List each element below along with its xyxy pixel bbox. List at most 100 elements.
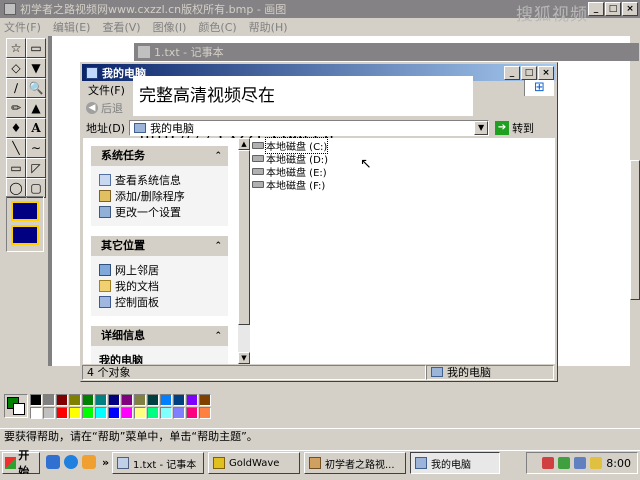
magnifier-icon[interactable]: 🔍 [26,78,46,98]
polygon-icon[interactable]: ◸ [26,158,46,178]
color-swatch[interactable] [30,407,42,419]
color-swatch[interactable] [134,407,146,419]
collapse-chevron-icon[interactable]: ⌃ [214,236,222,256]
color-swatch[interactable] [147,394,159,406]
color-swatch[interactable] [56,407,68,419]
color-swatch[interactable] [173,407,185,419]
taskbar-goldwave[interactable]: GoldWave [208,452,300,474]
color-swatch[interactable] [186,407,198,419]
color-swatch[interactable] [56,394,68,406]
scroll-down-icon[interactable]: ▼ [238,352,250,364]
promo-banner: 完整高清视频尽在http://77.cxzzL.com.cn. [133,76,473,146]
color-swatch[interactable] [108,394,120,406]
color-swatch[interactable] [173,394,185,406]
media-icon[interactable] [82,455,96,469]
color-swatch[interactable] [69,394,81,406]
color-swatch[interactable] [95,394,107,406]
task-view-system-info[interactable]: 查看系统信息 [99,172,220,188]
menu-help[interactable]: 帮助(H) [249,19,288,35]
menu-colors[interactable]: 颜色(C) [198,19,236,35]
taskbar-mycomputer[interactable]: 我的电脑 [410,452,500,474]
scroll-up-icon[interactable]: ▲ [238,138,250,150]
color-swatch[interactable] [147,407,159,419]
quick-launch-chevron[interactable]: » [102,456,109,469]
color-picker-icon[interactable]: ∕ [6,78,26,98]
tray-app-icon[interactable] [558,457,571,469]
rect-select-icon[interactable]: ▭ [26,38,46,58]
maximize-icon[interactable]: □ [605,2,621,16]
place-my-documents[interactable]: 我的文档 [99,278,220,294]
other-places-header[interactable]: 其它位置 ⌃ [91,236,228,256]
color-swatch[interactable] [186,394,198,406]
task-add-remove-programs[interactable]: 添加/删除程序 [99,188,220,204]
ellipse-icon[interactable]: ◯ [6,178,26,198]
go-button[interactable]: ➔ 转到 [495,120,534,136]
color-swatch[interactable] [160,407,172,419]
color-swatch[interactable] [121,394,133,406]
airbrush-icon[interactable]: ♦ [6,118,26,138]
menu-file[interactable]: 文件(F) [4,19,41,35]
menu-image[interactable]: 图像(I) [153,19,187,35]
color-swatch[interactable] [199,394,211,406]
minimize-icon[interactable]: _ [504,66,520,80]
tray-app-icon[interactable] [542,457,555,469]
color-swatch[interactable] [69,407,81,419]
chevron-down-icon[interactable]: ▼ [474,120,489,135]
notepad-icon [117,457,129,469]
paint-title-bar[interactable]: 初学者之路视频网www.cxzzl.cn版权所有.bmp - 画图 搜狐视频 _… [0,0,640,25]
close-icon[interactable]: × [538,66,554,80]
curve-icon[interactable]: ∼ [26,138,46,158]
color-swatch[interactable] [43,394,55,406]
notepad-title-text: 1.txt - 记事本 [154,46,224,59]
clock[interactable]: 8:00 [606,457,631,470]
collapse-chevron-icon[interactable]: ⌃ [214,326,222,346]
rounded-rect-icon[interactable]: ▢ [26,178,46,198]
minimize-icon[interactable]: _ [588,2,604,16]
start-button[interactable]: 开始 [2,449,40,478]
option-opaque-icon[interactable] [11,201,39,221]
place-control-panel[interactable]: 控制面板 [99,294,220,310]
details-header[interactable]: 详细信息 ⌃ [91,326,228,346]
collapse-chevron-icon[interactable]: ⌃ [214,146,222,166]
task-pane-scroll-thumb[interactable] [238,150,250,325]
paint-scroll-thumb[interactable] [630,160,640,300]
option-transparent-icon[interactable] [11,225,39,245]
tray-volume-icon[interactable] [590,457,603,469]
color-swatch[interactable] [43,407,55,419]
line-icon[interactable]: ╲ [6,138,26,158]
color-swatch[interactable] [121,407,133,419]
color-swatch[interactable] [134,394,146,406]
show-desktop-icon[interactable] [46,455,60,469]
color-swatch[interactable] [95,407,107,419]
color-swatch[interactable] [199,407,211,419]
menu-view[interactable]: 查看(V) [102,19,140,35]
text-tool-icon[interactable]: A [26,118,46,138]
taskbar-paint[interactable]: 初学者之路视... [304,452,406,474]
color-swatch[interactable] [82,394,94,406]
address-input[interactable]: 我的电脑 ▼ [129,119,490,136]
color-swatch[interactable] [160,394,172,406]
taskbar-notepad[interactable]: 1.txt - 记事本 [112,452,204,474]
notepad-title-bar[interactable]: 1.txt - 记事本 [134,43,639,61]
color-swatch[interactable] [30,394,42,406]
drive-f[interactable]: 本地磁盘 (F:) [252,178,325,192]
eraser-icon[interactable]: ◇ [6,58,26,78]
internet-explorer-icon[interactable] [64,455,78,469]
status-location-cell: 我的电脑 [426,364,554,380]
free-select-icon[interactable]: ☆ [6,38,26,58]
task-change-setting[interactable]: 更改一个设置 [99,204,220,220]
place-network[interactable]: 网上邻居 [99,262,220,278]
fill-icon[interactable]: ▼ [26,58,46,78]
pencil-icon[interactable]: ✏ [6,98,26,118]
back-button[interactable]: ◀ 后退 [86,100,123,116]
tray-network-icon[interactable] [574,457,587,469]
color-swatch[interactable] [82,407,94,419]
maximize-icon[interactable]: □ [521,66,537,80]
menu-edit[interactable]: 编辑(E) [53,19,91,35]
color-swatch[interactable] [108,407,120,419]
rectangle-icon[interactable]: ▭ [6,158,26,178]
brush-icon[interactable]: ▲ [26,98,46,118]
close-icon[interactable]: × [622,2,638,16]
system-tasks-header[interactable]: 系统任务 ⌃ [91,146,228,166]
mc-menu-file[interactable]: 文件(F) [88,82,125,98]
